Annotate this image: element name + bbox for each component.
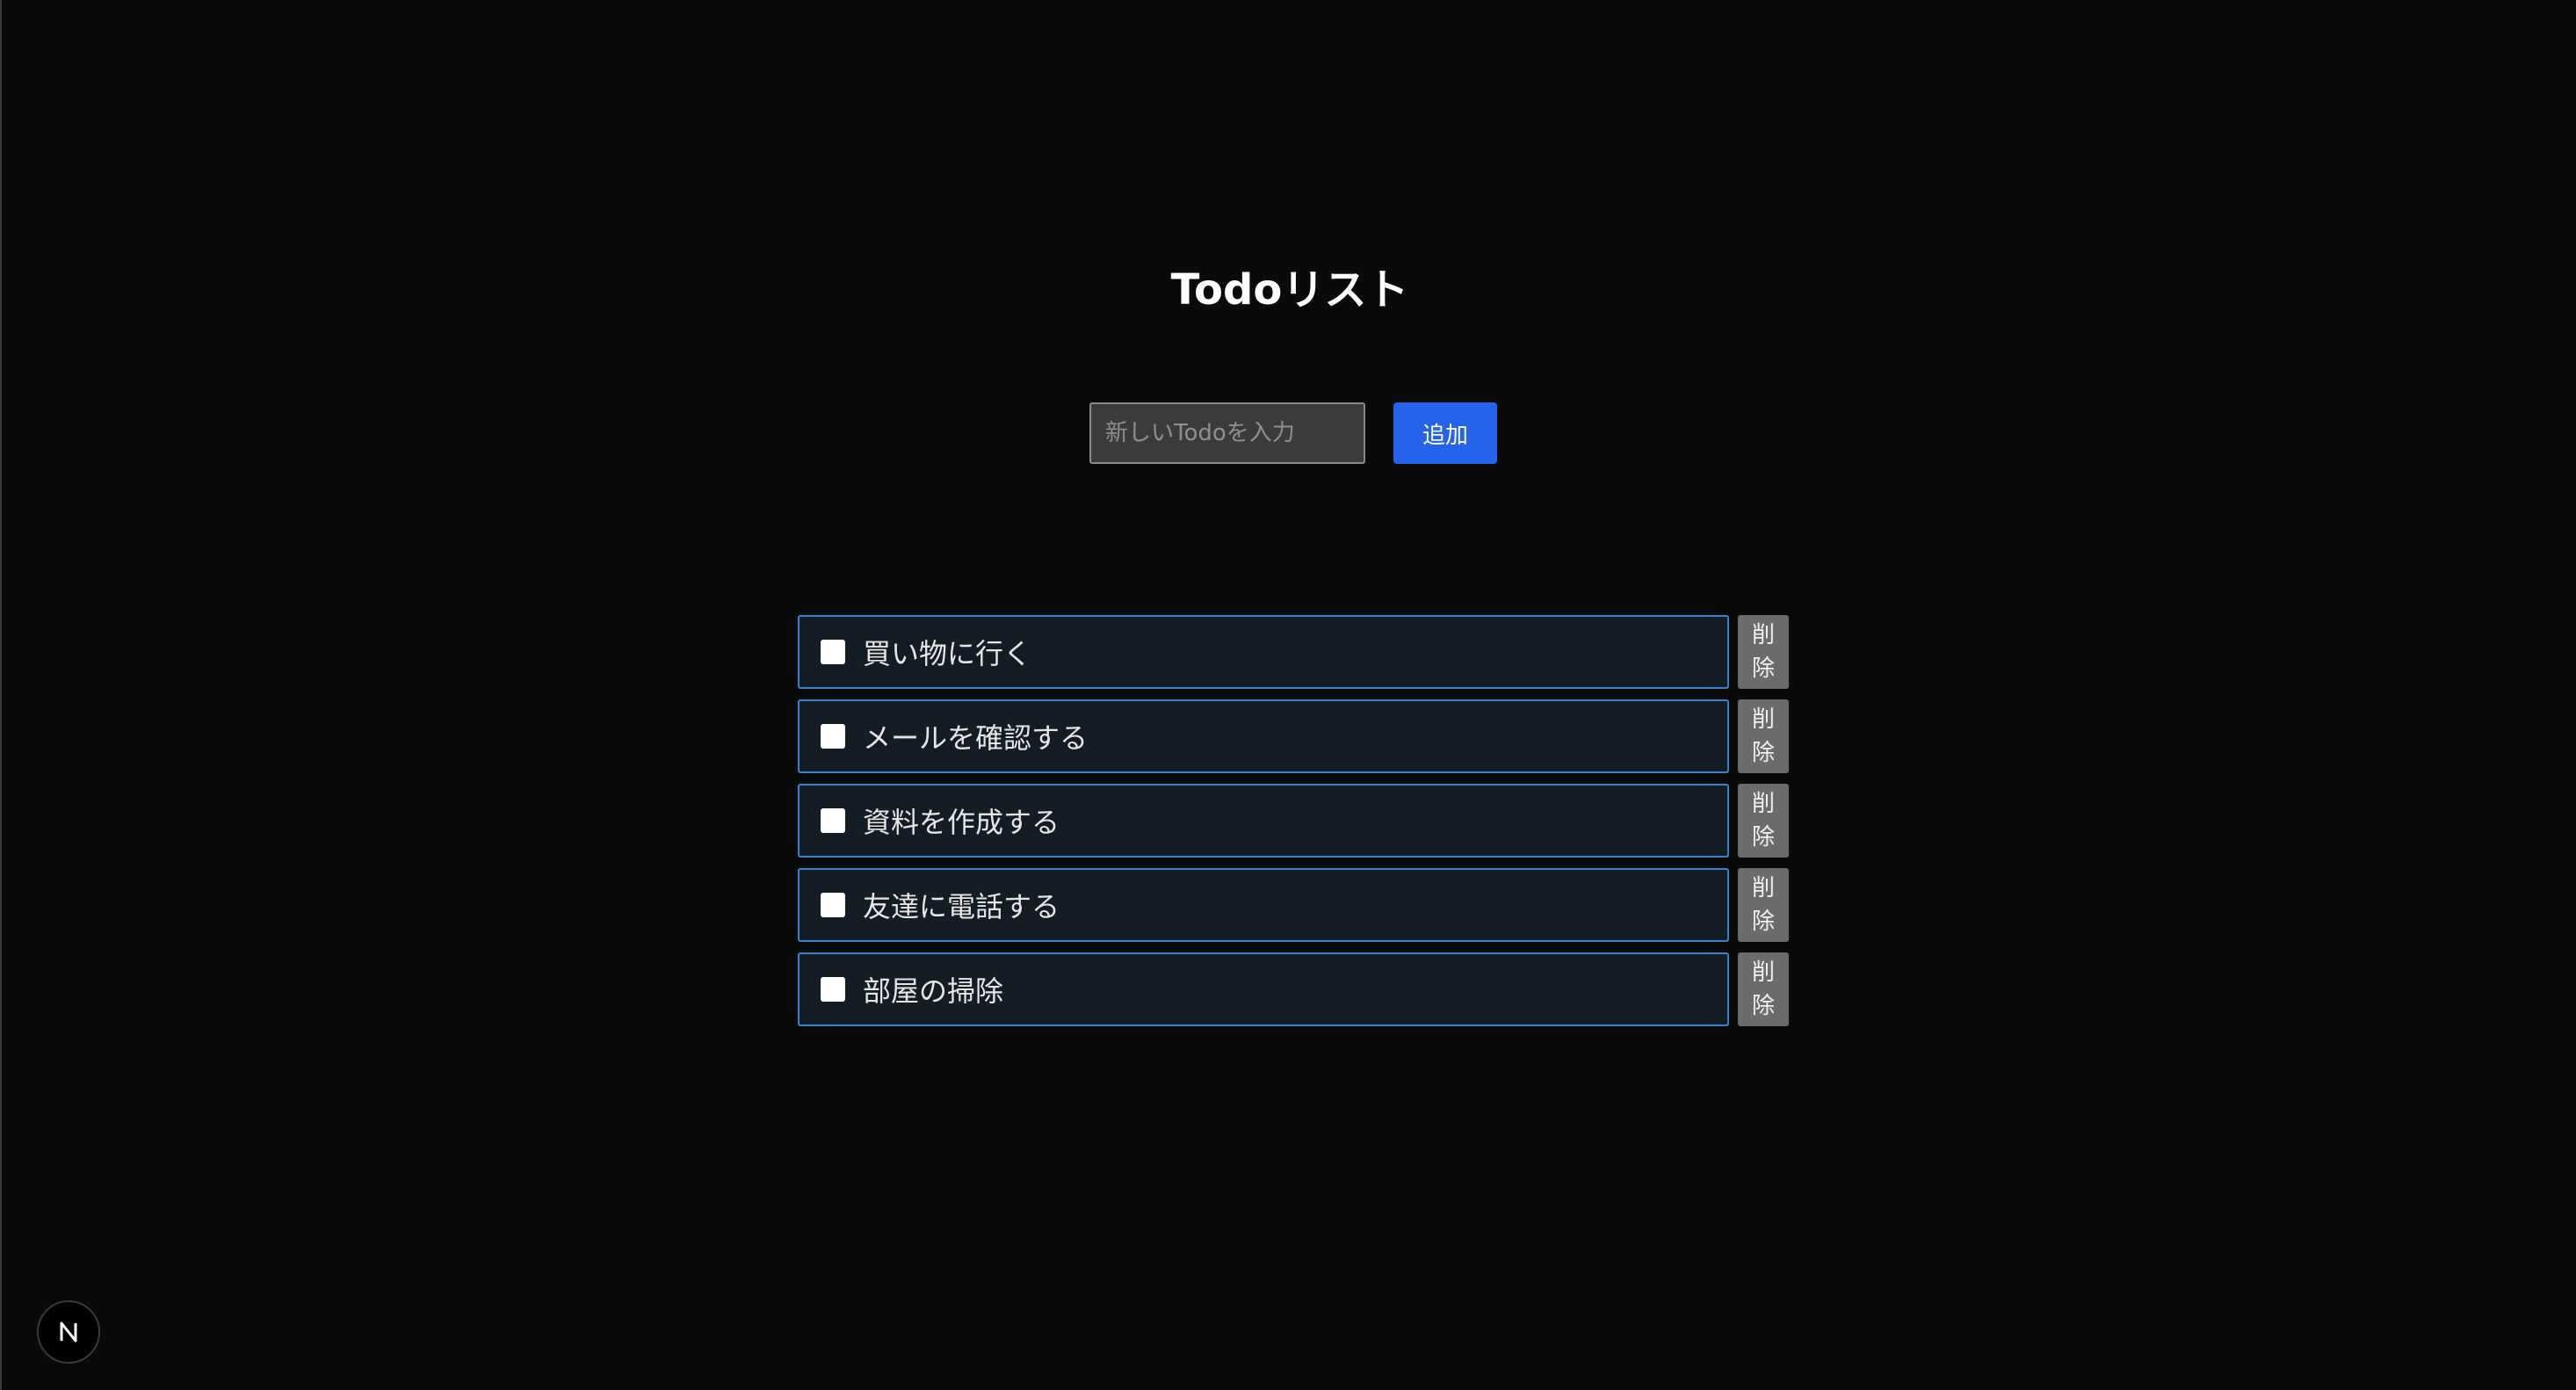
nextjs-logo-icon[interactable] xyxy=(37,1300,100,1364)
todo-text: 買い物に行く xyxy=(863,637,1032,670)
delete-label-line2: 除 xyxy=(1751,993,1775,1019)
delete-label-line2: 除 xyxy=(1751,909,1775,935)
delete-label-line2: 除 xyxy=(1751,740,1775,766)
delete-label-line1: 削 xyxy=(1751,622,1775,648)
todo-checkbox[interactable] xyxy=(821,808,845,833)
todo-item[interactable]: 友達に電話する xyxy=(798,868,1729,942)
delete-label-line1: 削 xyxy=(1751,706,1775,733)
todo-text: 部屋の掃除 xyxy=(863,974,1004,1008)
delete-button[interactable]: 削 除 xyxy=(1738,868,1789,942)
todo-list: 買い物に行く 削 除 メールを確認する 削 除 資料を作成する 削 除 友達に電… xyxy=(798,615,1789,1037)
todo-checkbox[interactable] xyxy=(821,640,845,664)
todo-row: 資料を作成する 削 除 xyxy=(798,784,1789,858)
todo-checkbox[interactable] xyxy=(821,977,845,1002)
todo-checkbox[interactable] xyxy=(821,724,845,749)
app-page: Todoリスト 追加 買い物に行く 削 除 メールを確認する 削 除 xyxy=(0,0,2576,1390)
todo-row: 買い物に行く 削 除 xyxy=(798,615,1789,689)
delete-label-line1: 削 xyxy=(1751,791,1775,817)
delete-label-line2: 除 xyxy=(1751,655,1775,682)
page-title: Todoリスト xyxy=(1170,265,1409,315)
delete-label-line2: 除 xyxy=(1751,824,1775,851)
delete-label-line1: 削 xyxy=(1751,875,1775,901)
todo-text: 資料を作成する xyxy=(863,806,1060,839)
todo-text: メールを確認する xyxy=(863,721,1089,755)
nextjs-n-icon xyxy=(60,1321,77,1343)
todo-text: 友達に電話する xyxy=(863,890,1060,923)
delete-button[interactable]: 削 除 xyxy=(1738,699,1789,773)
todo-item[interactable]: 部屋の掃除 xyxy=(798,952,1729,1026)
delete-button[interactable]: 削 除 xyxy=(1738,952,1789,1026)
todo-row: 部屋の掃除 削 除 xyxy=(798,952,1789,1026)
todo-row: メールを確認する 削 除 xyxy=(798,699,1789,773)
delete-button[interactable]: 削 除 xyxy=(1738,784,1789,858)
todo-checkbox[interactable] xyxy=(821,893,845,917)
todo-row: 友達に電話する 削 除 xyxy=(798,868,1789,942)
delete-label-line1: 削 xyxy=(1751,959,1775,986)
add-button[interactable]: 追加 xyxy=(1393,402,1497,464)
todo-item[interactable]: 買い物に行く xyxy=(798,615,1729,689)
delete-button[interactable]: 削 除 xyxy=(1738,615,1789,689)
todo-item[interactable]: メールを確認する xyxy=(798,699,1729,773)
new-todo-input[interactable] xyxy=(1089,402,1365,464)
todo-item[interactable]: 資料を作成する xyxy=(798,784,1729,858)
